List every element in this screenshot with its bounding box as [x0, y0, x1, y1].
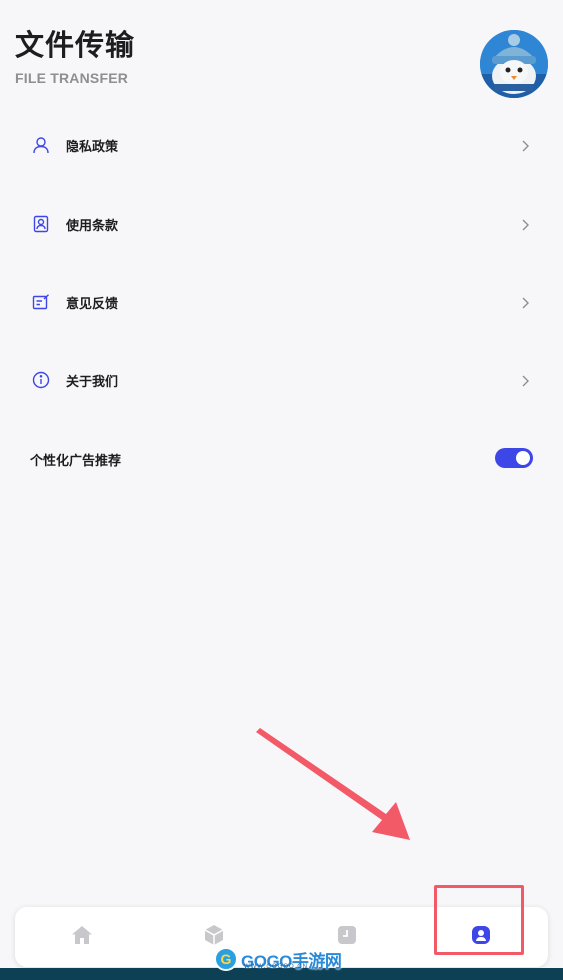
personalized-ads-row: 个性化广告推荐	[0, 428, 563, 488]
personalized-ads-label: 个性化广告推荐	[30, 454, 122, 469]
document-icon	[30, 213, 52, 235]
menu-item-terms-of-use[interactable]: 使用条款	[0, 185, 563, 263]
feedback-icon	[30, 291, 52, 313]
home-icon	[71, 925, 93, 949]
personalized-ads-toggle[interactable]	[495, 448, 533, 468]
menu-item-label: 使用条款	[66, 218, 119, 234]
watermark: G GOGO手游网 WWW.GOGOO.CN	[214, 945, 342, 973]
header: 文件传输 FILE TRANSFER	[15, 28, 135, 86]
menu-item-label: 意见反馈	[66, 296, 119, 312]
chevron-right-icon	[518, 138, 532, 152]
annotation-arrow-icon	[256, 728, 410, 840]
page-subtitle: FILE TRANSFER	[15, 70, 129, 86]
tab-home[interactable]	[42, 907, 122, 967]
menu-item-about-us[interactable]: 关于我们	[0, 341, 563, 419]
avatar[interactable]	[480, 30, 548, 98]
watermark-domain: WWW.GOGOO.CN	[244, 964, 308, 970]
toggle-knob	[516, 451, 530, 465]
annotation-highlight-box	[434, 885, 524, 955]
avatar-image	[480, 30, 548, 98]
chevron-right-icon	[518, 295, 532, 309]
gogo-logo-icon: G	[214, 947, 238, 971]
page-title: 文件传输	[15, 28, 136, 62]
info-icon	[30, 369, 52, 391]
menu-item-feedback[interactable]: 意见反馈	[0, 263, 563, 341]
chevron-right-icon	[518, 373, 532, 387]
menu-item-privacy-policy[interactable]: 隐私政策	[0, 106, 563, 184]
user-icon	[30, 134, 52, 156]
menu-item-label: 隐私政策	[66, 139, 119, 155]
chevron-right-icon	[518, 217, 532, 231]
menu-item-label: 关于我们	[66, 374, 119, 390]
